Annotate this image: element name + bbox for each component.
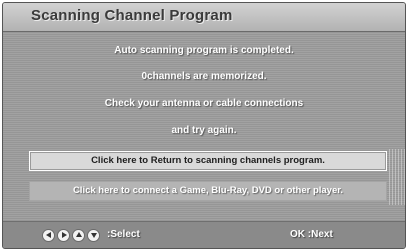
message-check-antenna: Check your antenna or cable connections: [104, 98, 304, 109]
arrow-left-icon: [43, 229, 54, 241]
return-to-scan-button[interactable]: Click here to Return to scanning channel…: [29, 151, 387, 171]
message-try-again: and try again.: [171, 125, 237, 136]
select-hint: :Select: [107, 229, 140, 240]
footer-bar: :Select OK :Next: [3, 221, 405, 248]
arrow-up-icon: [73, 229, 84, 241]
next-hint: OK :Next: [290, 229, 333, 240]
arrow-down-icon: [88, 229, 99, 241]
dialog-title: Scanning Channel Program: [31, 7, 233, 24]
tv-screen: Scanning Channel Program Auto scanning p…: [0, 0, 414, 250]
connect-device-button[interactable]: Click here to connect a Game, Blu-Ray, D…: [29, 181, 387, 201]
title-bar: Scanning Channel Program: [3, 3, 405, 32]
message-channel-count: 0channels are memorized.: [141, 71, 267, 82]
message-scan-complete: Auto scanning program is completed.: [114, 45, 294, 56]
nav-icons: [43, 229, 99, 241]
scan-dialog: Scanning Channel Program Auto scanning p…: [2, 2, 406, 249]
arrow-right-icon: [58, 229, 69, 241]
edge-stripes: [389, 149, 405, 205]
